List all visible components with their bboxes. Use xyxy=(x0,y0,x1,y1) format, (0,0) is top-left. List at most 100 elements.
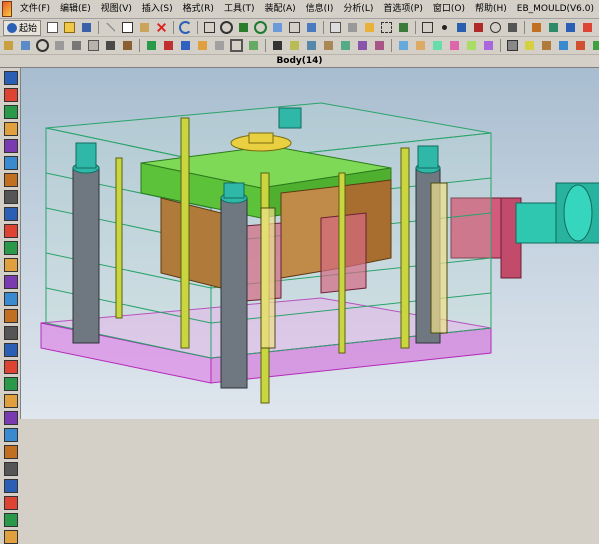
gate-icon[interactable] xyxy=(573,38,588,53)
cursor-icon[interactable] xyxy=(4,71,18,85)
runner-icon[interactable] xyxy=(590,38,599,53)
groove-icon[interactable] xyxy=(120,38,135,53)
menu-preferences[interactable]: 首选项(P) xyxy=(378,0,427,18)
show-icon[interactable] xyxy=(4,275,18,289)
layer-icon[interactable] xyxy=(328,20,343,35)
pad-icon[interactable] xyxy=(86,38,101,53)
menu-format[interactable]: 格式(R) xyxy=(178,0,219,18)
midpoint-icon[interactable] xyxy=(454,20,469,35)
eye-icon[interactable] xyxy=(4,88,18,102)
assembly-icon[interactable] xyxy=(4,513,18,527)
slider-icon[interactable] xyxy=(539,38,554,53)
copy-icon[interactable] xyxy=(120,20,135,35)
cooling-icon[interactable] xyxy=(556,38,571,53)
chamfer-icon[interactable] xyxy=(212,38,227,53)
start-button[interactable]: 起始 xyxy=(3,19,42,36)
trim-icon[interactable] xyxy=(270,38,285,53)
delete-icon[interactable] xyxy=(154,20,169,35)
shell-icon[interactable] xyxy=(229,38,244,53)
menu-assembly[interactable]: 装配(A) xyxy=(259,0,300,18)
select-icon[interactable] xyxy=(379,20,394,35)
ejector-pin-icon[interactable] xyxy=(522,38,537,53)
csys-icon[interactable] xyxy=(4,292,18,306)
point-icon[interactable] xyxy=(437,20,452,35)
graphics-viewport[interactable] xyxy=(21,68,599,419)
blend-icon[interactable] xyxy=(195,38,210,53)
center-icon[interactable] xyxy=(488,20,503,35)
section-icon[interactable] xyxy=(4,326,18,340)
analysis-icon[interactable] xyxy=(546,20,561,35)
sew-icon[interactable] xyxy=(447,38,462,53)
menu-edit[interactable]: 编辑(E) xyxy=(55,0,96,18)
part-icon[interactable] xyxy=(4,496,18,510)
wire-icon[interactable] xyxy=(4,241,18,255)
camera-icon[interactable] xyxy=(4,360,18,374)
shaded-icon[interactable] xyxy=(270,20,285,35)
menu-eb-mould[interactable]: EB_MOULD(V6.0) xyxy=(512,0,599,18)
save-icon[interactable] xyxy=(79,20,94,35)
menu-insert[interactable]: 插入(S) xyxy=(137,0,178,18)
show-icon[interactable] xyxy=(362,20,377,35)
wireframe-icon[interactable] xyxy=(287,20,302,35)
menu-window[interactable]: 窗口(O) xyxy=(428,0,470,18)
new-file-icon[interactable] xyxy=(45,20,60,35)
filter-icon[interactable] xyxy=(396,20,411,35)
cut-icon[interactable] xyxy=(103,20,118,35)
intersect-icon[interactable] xyxy=(178,38,193,53)
slot-icon[interactable] xyxy=(103,38,118,53)
open-file-icon[interactable] xyxy=(62,20,77,35)
scale-icon[interactable] xyxy=(321,38,336,53)
mirror-icon[interactable] xyxy=(338,38,353,53)
extrude-icon[interactable] xyxy=(1,38,16,53)
rotate-icon[interactable] xyxy=(4,190,18,204)
undo-icon[interactable] xyxy=(178,20,193,35)
menu-tools[interactable]: 工具(T) xyxy=(219,0,260,18)
paste-icon[interactable] xyxy=(137,20,152,35)
subtract-icon[interactable] xyxy=(161,38,176,53)
info-icon[interactable] xyxy=(4,428,18,442)
shade-icon[interactable] xyxy=(4,224,18,238)
loft-icon[interactable] xyxy=(430,38,445,53)
offset-icon[interactable] xyxy=(304,38,319,53)
measure-icon[interactable] xyxy=(529,20,544,35)
extract-icon[interactable] xyxy=(481,38,496,53)
fit-icon[interactable] xyxy=(4,156,18,170)
hide-icon[interactable] xyxy=(345,20,360,35)
layer-icon[interactable] xyxy=(4,122,18,136)
mold-icon[interactable] xyxy=(4,479,18,493)
settings-icon[interactable] xyxy=(4,411,18,425)
analysis-icon[interactable] xyxy=(4,445,18,459)
menu-view[interactable]: 视图(V) xyxy=(96,0,137,18)
menu-help[interactable]: 帮助(H) xyxy=(470,0,512,18)
tangent-icon[interactable] xyxy=(505,20,520,35)
boss-icon[interactable] xyxy=(52,38,67,53)
sweep-icon[interactable] xyxy=(413,38,428,53)
unite-icon[interactable] xyxy=(144,38,159,53)
cube-icon[interactable] xyxy=(4,105,18,119)
view-icon[interactable] xyxy=(4,139,18,153)
fit-view-icon[interactable] xyxy=(202,20,217,35)
rotate-icon[interactable] xyxy=(253,20,268,35)
color-icon[interactable] xyxy=(4,394,18,408)
grid-icon[interactable] xyxy=(4,530,18,544)
surface-icon[interactable] xyxy=(396,38,411,53)
csys-icon[interactable] xyxy=(580,20,595,35)
render-icon[interactable] xyxy=(4,343,18,357)
snap-icon[interactable] xyxy=(420,20,435,35)
pocket-icon[interactable] xyxy=(69,38,84,53)
info-icon[interactable] xyxy=(563,20,578,35)
pattern-icon[interactable] xyxy=(355,38,370,53)
move-icon[interactable] xyxy=(372,38,387,53)
zoom-icon[interactable] xyxy=(219,20,234,35)
menu-file[interactable]: 文件(F) xyxy=(15,0,55,18)
split-icon[interactable] xyxy=(287,38,302,53)
hole-icon[interactable] xyxy=(35,38,50,53)
endpoint-icon[interactable] xyxy=(471,20,486,35)
pan-icon[interactable] xyxy=(4,207,18,221)
menu-info[interactable]: 信息(I) xyxy=(301,0,339,18)
menu-analysis[interactable]: 分析(L) xyxy=(338,0,378,18)
measure-icon[interactable] xyxy=(4,309,18,323)
draft-icon[interactable] xyxy=(246,38,261,53)
hide-icon[interactable] xyxy=(4,258,18,272)
patch-icon[interactable] xyxy=(464,38,479,53)
